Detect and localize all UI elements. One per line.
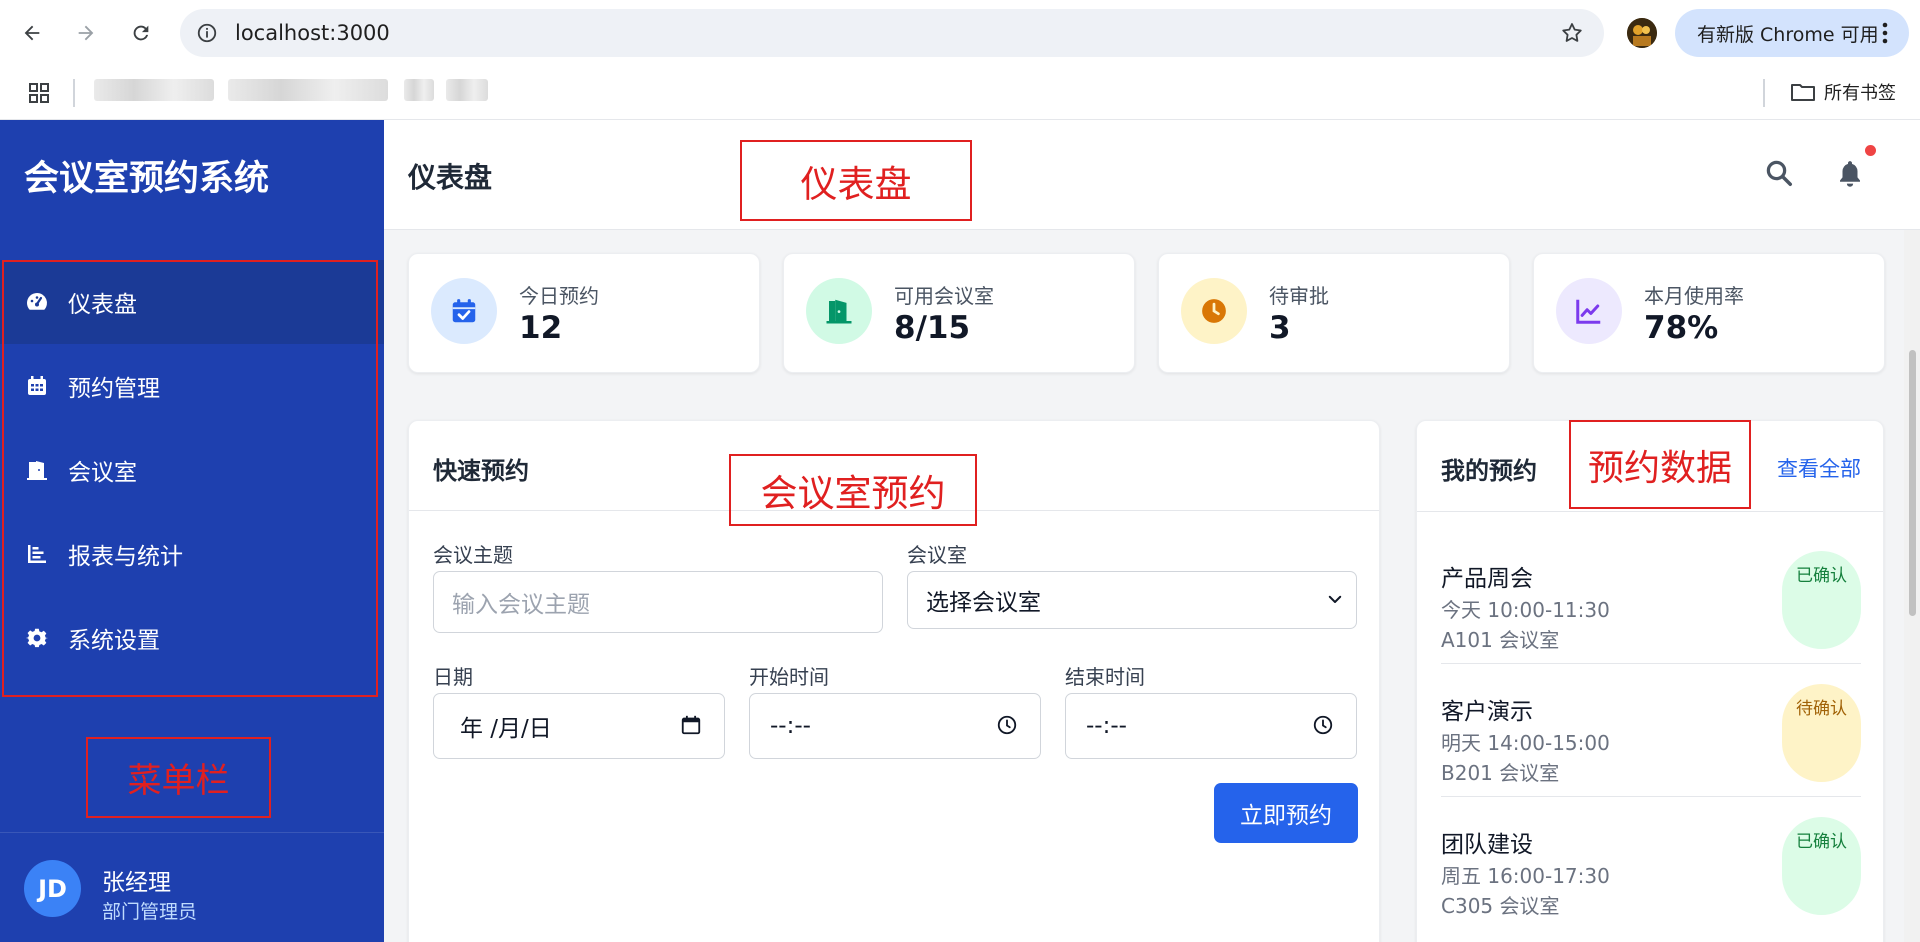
app-root: 会议室预约系统 仪表盘 预约管理 会议室 报表与统计 系统设置 JD 张经理 部… — [0, 120, 1920, 942]
forward-button[interactable] — [68, 15, 104, 51]
arrow-right-icon — [78, 25, 94, 41]
all-bookmarks-label: 所有书签 — [1824, 83, 1896, 104]
booking-item[interactable]: 团队建设 周五 16:00-17:30 C305 会议室 已确认 — [1441, 797, 1861, 930]
bookmarks-separator — [1763, 79, 1765, 107]
all-bookmarks-button[interactable]: 所有书签 — [1790, 79, 1896, 105]
clock-picker-icon[interactable] — [996, 714, 1018, 736]
line-chart-icon — [1556, 278, 1622, 344]
blurred-bookmark[interactable] — [94, 79, 214, 101]
status-badge: 已确认 — [1782, 551, 1861, 649]
stat-label: 待审批 — [1269, 284, 1329, 308]
chrome-update-button[interactable]: 有新版 Chrome 可用 — [1675, 9, 1909, 57]
room-select-value: 选择会议室 — [926, 590, 1041, 616]
avatar: JD — [24, 860, 81, 917]
url-text: localhost:3000 — [235, 21, 390, 45]
stat-label: 本月使用率 — [1644, 284, 1744, 308]
profile-picture-icon — [1627, 18, 1657, 48]
blurred-bookmark[interactable] — [404, 79, 434, 101]
main-content: 仪表盘 今日预约 12 可用会议室 8/15 待审批 3 本月使用率 78% 快… — [384, 120, 1920, 942]
annotation-data: 预约数据 — [1569, 420, 1751, 509]
more-vert-icon — [1882, 22, 1888, 44]
update-label: 有新版 Chrome 可用 — [1697, 23, 1879, 46]
date-label: 日期 — [433, 665, 473, 689]
notification-badge — [1865, 145, 1876, 156]
stat-label: 今日预约 — [519, 284, 599, 308]
start-time-value: --:-- — [770, 713, 811, 739]
bookmark-star-icon[interactable] — [1560, 21, 1584, 45]
reload-button[interactable] — [123, 15, 159, 51]
blurred-bookmark[interactable] — [228, 79, 388, 101]
bell-icon[interactable] — [1835, 158, 1865, 188]
calendar-check-icon — [431, 278, 497, 344]
stat-card-pending: 待审批 3 — [1158, 253, 1510, 373]
room-select[interactable]: 选择会议室 — [907, 571, 1357, 629]
stat-card-rooms: 可用会议室 8/15 — [783, 253, 1135, 373]
stat-value: 12 — [519, 310, 563, 346]
booking-room: A101 会议室 — [1441, 628, 1560, 652]
stat-value: 8/15 — [894, 310, 971, 346]
apps-grid-icon[interactable] — [27, 81, 51, 105]
annotation-menu: 菜单栏 — [86, 737, 271, 818]
booking-time: 明天 14:00-15:00 — [1441, 731, 1610, 755]
booking-room: B201 会议室 — [1441, 761, 1560, 785]
booking-time: 周五 16:00-17:30 — [1441, 864, 1610, 888]
address-bar[interactable]: localhost:3000 — [180, 9, 1604, 57]
view-all-link[interactable]: 查看全部 — [1777, 453, 1861, 483]
clock-icon — [1181, 278, 1247, 344]
booking-item[interactable]: 客户演示 明天 14:00-15:00 B201 会议室 待确认 — [1441, 664, 1861, 797]
calendar-picker-icon[interactable] — [680, 714, 702, 736]
status-badge: 待确认 — [1782, 684, 1861, 782]
status-badge: 已确认 — [1782, 817, 1861, 915]
user-profile[interactable]: JD 张经理 部门管理员 — [0, 832, 384, 942]
end-time-value: --:-- — [1086, 713, 1127, 739]
booking-title: 客户演示 — [1441, 699, 1533, 725]
page-title: 仪表盘 — [408, 161, 493, 194]
clock-picker-icon[interactable] — [1312, 714, 1334, 736]
annotation-dashboard: 仪表盘 — [740, 140, 972, 221]
folder-icon — [1791, 84, 1815, 101]
booking-room: C305 会议室 — [1441, 894, 1560, 918]
arrow-left-icon — [24, 25, 40, 41]
reload-icon — [133, 25, 149, 41]
scrollbar-thumb[interactable] — [1909, 350, 1916, 616]
start-time-label: 开始时间 — [749, 665, 829, 689]
browser-toolbar: localhost:3000 有新版 Chrome 可用 — [0, 0, 1920, 66]
date-value: 年 /月/日 — [460, 716, 552, 742]
stat-label: 可用会议室 — [894, 284, 994, 308]
chevron-down-icon — [1328, 595, 1342, 603]
booking-title: 产品周会 — [1441, 566, 1533, 592]
stat-value: 78% — [1644, 310, 1719, 346]
user-name: 张经理 — [102, 870, 171, 896]
panel-title: 快速预约 — [433, 457, 529, 485]
annotation-booking: 会议室预约 — [729, 454, 977, 526]
stat-value: 3 — [1269, 310, 1291, 346]
booking-title: 团队建设 — [1441, 832, 1533, 858]
site-info-icon[interactable] — [196, 22, 218, 44]
back-button[interactable] — [14, 15, 50, 51]
topic-label: 会议主题 — [433, 543, 513, 567]
profile-avatar[interactable] — [1627, 18, 1657, 48]
topic-input[interactable]: 输入会议主题 — [433, 571, 883, 633]
door-open-icon — [806, 278, 872, 344]
panel-title: 我的预约 — [1441, 457, 1537, 485]
booking-time: 今天 10:00-11:30 — [1441, 598, 1610, 622]
stat-card-today: 今日预约 12 — [408, 253, 760, 373]
end-time-input[interactable]: --:-- — [1065, 693, 1357, 759]
room-label: 会议室 — [907, 543, 967, 567]
date-input[interactable]: 年 /月/日 — [433, 693, 725, 759]
book-now-button[interactable]: 立即预约 — [1214, 783, 1358, 843]
stat-card-usage: 本月使用率 78% — [1533, 253, 1885, 373]
main-scrollbar[interactable] — [1904, 230, 1920, 942]
search-icon[interactable] — [1764, 158, 1794, 188]
booking-item[interactable]: 产品周会 今天 10:00-11:30 A101 会议室 已确认 — [1441, 531, 1861, 664]
bookmarks-bar: 所有书签 — [0, 66, 1920, 120]
start-time-input[interactable]: --:-- — [749, 693, 1041, 759]
user-role: 部门管理员 — [102, 901, 198, 923]
end-time-label: 结束时间 — [1065, 665, 1145, 689]
annotation-menu-box — [2, 260, 378, 697]
top-bar: 仪表盘 — [384, 120, 1920, 230]
bookmarks-separator — [73, 79, 75, 107]
app-brand: 会议室预约系统 — [24, 159, 270, 199]
blurred-bookmark[interactable] — [446, 79, 488, 101]
